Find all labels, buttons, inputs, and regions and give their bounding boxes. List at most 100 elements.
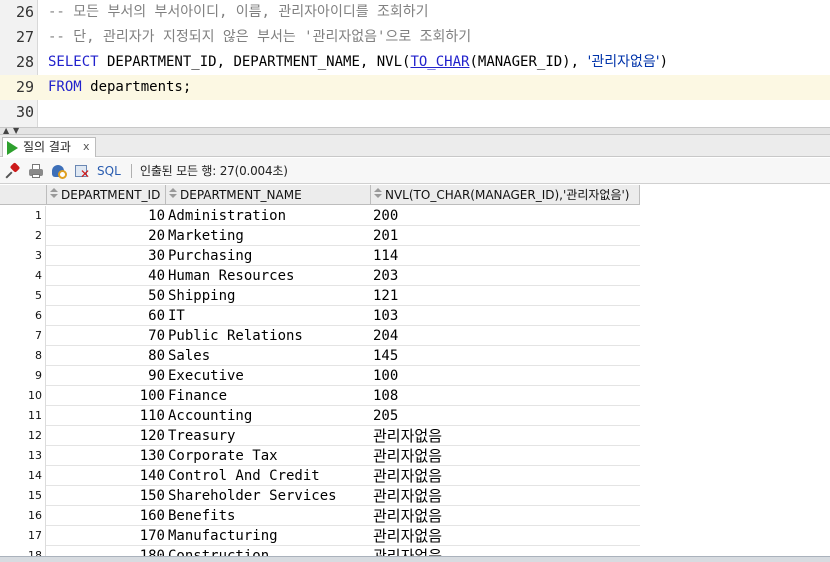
code-line[interactable]: 28 SELECT DEPARTMENT_ID, DEPARTMENT_NAME… <box>0 50 830 75</box>
cell-manager[interactable]: 관리자없음 <box>373 466 639 486</box>
cell-department-name[interactable]: IT <box>168 306 370 326</box>
row-number[interactable]: 4 <box>0 266 46 286</box>
printer-icon[interactable] <box>28 163 44 179</box>
cell-manager[interactable]: 관리자없음 <box>373 526 639 546</box>
cell-department-id[interactable]: 60 <box>47 306 165 326</box>
cell-department-name[interactable]: Human Resources <box>168 266 370 286</box>
row-number[interactable]: 5 <box>0 286 46 306</box>
collapse-down-icon[interactable]: ▼ <box>13 127 19 135</box>
row-number[interactable]: 17 <box>0 526 46 546</box>
cell-manager[interactable]: 201 <box>373 226 639 246</box>
refresh-query-icon[interactable] <box>51 163 67 179</box>
cell-department-name[interactable]: Corporate Tax <box>168 446 370 466</box>
table-row[interactable]: 4 40 Human Resources 203 <box>0 266 640 286</box>
cell-department-name[interactable]: Treasury <box>168 426 370 446</box>
cell-manager[interactable]: 121 <box>373 286 639 306</box>
row-number[interactable]: 6 <box>0 306 46 326</box>
cell-department-id[interactable]: 20 <box>47 226 165 246</box>
cell-department-name[interactable]: Public Relations <box>168 326 370 346</box>
cell-department-name[interactable]: Control And Credit <box>168 466 370 486</box>
cell-department-name[interactable]: Finance <box>168 386 370 406</box>
table-row[interactable]: 2 20 Marketing 201 <box>0 226 640 246</box>
cell-department-id[interactable]: 50 <box>47 286 165 306</box>
table-row[interactable]: 16 160 Benefits 관리자없음 <box>0 506 640 526</box>
code-comment[interactable]: -- 단, 관리자가 지정되지 않은 부서는 '관리자없음'으로 조회하기 <box>48 25 471 50</box>
cancel-query-icon[interactable]: ✕ <box>74 163 90 180</box>
cell-department-id[interactable]: 140 <box>47 466 165 486</box>
table-row[interactable]: 12 120 Treasury 관리자없음 <box>0 426 640 446</box>
cell-manager[interactable]: 103 <box>373 306 639 326</box>
cell-department-name[interactable]: Purchasing <box>168 246 370 266</box>
cell-manager[interactable]: 205 <box>373 406 639 426</box>
table-row[interactable]: 11 110 Accounting 205 <box>0 406 640 426</box>
row-number[interactable]: 15 <box>0 486 46 506</box>
row-number[interactable]: 16 <box>0 506 46 526</box>
cell-department-id[interactable]: 130 <box>47 446 165 466</box>
cell-department-id[interactable]: 40 <box>47 266 165 286</box>
column-header-department-id[interactable]: DEPARTMENT_ID <box>47 185 166 205</box>
cell-department-id[interactable]: 30 <box>47 246 165 266</box>
table-row[interactable]: 14 140 Control And Credit 관리자없음 <box>0 466 640 486</box>
table-row[interactable]: 9 90 Executive 100 <box>0 366 640 386</box>
code-comment[interactable]: -- 모든 부서의 부서아이디, 이름, 관리자아이디를 조회하기 <box>48 0 429 25</box>
cell-department-id[interactable]: 100 <box>47 386 165 406</box>
cell-manager[interactable]: 114 <box>373 246 639 266</box>
cell-manager[interactable]: 관리자없음 <box>373 446 639 466</box>
table-row[interactable]: 8 80 Sales 145 <box>0 346 640 366</box>
table-row[interactable]: 7 70 Public Relations 204 <box>0 326 640 346</box>
code-line[interactable]: 27 -- 단, 관리자가 지정되지 않은 부서는 '관리자없음'으로 조회하기 <box>0 25 830 50</box>
cell-manager[interactable]: 100 <box>373 366 639 386</box>
cell-department-id[interactable]: 110 <box>47 406 165 426</box>
code-line[interactable]: 30 <box>0 100 830 125</box>
row-number[interactable]: 1 <box>0 206 46 226</box>
cell-department-id[interactable]: 90 <box>47 366 165 386</box>
cell-department-id[interactable]: 120 <box>47 426 165 446</box>
row-number[interactable]: 3 <box>0 246 46 266</box>
table-row[interactable]: 6 60 IT 103 <box>0 306 640 326</box>
collapse-up-icon[interactable]: ▲ <box>3 127 9 135</box>
cell-department-name[interactable]: Shipping <box>168 286 370 306</box>
sql-editor[interactable]: 26 -- 모든 부서의 부서아이디, 이름, 관리자아이디를 조회하기 27 … <box>0 0 830 127</box>
cell-department-id[interactable]: 70 <box>47 326 165 346</box>
cell-department-name[interactable]: Administration <box>168 206 370 226</box>
cell-department-id[interactable]: 10 <box>47 206 165 226</box>
cell-department-name[interactable]: Marketing <box>168 226 370 246</box>
table-row[interactable]: 3 30 Purchasing 114 <box>0 246 640 266</box>
row-number[interactable]: 14 <box>0 466 46 486</box>
close-icon[interactable]: x <box>83 139 90 155</box>
code-from-clause[interactable]: FROM departments; <box>48 75 191 100</box>
cell-department-id[interactable]: 170 <box>47 526 165 546</box>
code-select-statement[interactable]: SELECT DEPARTMENT_ID, DEPARTMENT_NAME, N… <box>48 50 668 75</box>
table-row[interactable]: 10 100 Finance 108 <box>0 386 640 406</box>
sort-icon[interactable] <box>50 186 58 199</box>
cell-manager[interactable]: 관리자없음 <box>373 486 639 506</box>
cell-manager[interactable]: 200 <box>373 206 639 226</box>
column-header-manager[interactable]: NVL(TO_CHAR(MANAGER_ID),'관리자없음') <box>371 185 640 205</box>
cell-manager[interactable]: 145 <box>373 346 639 366</box>
table-row[interactable]: 13 130 Corporate Tax 관리자없음 <box>0 446 640 466</box>
cell-department-id[interactable]: 150 <box>47 486 165 506</box>
cell-manager[interactable]: 관리자없음 <box>373 426 639 446</box>
table-row[interactable]: 1 10 Administration 200 <box>0 206 640 226</box>
row-number[interactable]: 9 <box>0 366 46 386</box>
cell-manager[interactable]: 관리자없음 <box>373 506 639 526</box>
code-line-current[interactable]: 29 FROM departments; <box>0 75 830 100</box>
row-number[interactable]: 11 <box>0 406 46 426</box>
cell-department-name[interactable]: Benefits <box>168 506 370 526</box>
code-line[interactable]: 26 -- 모든 부서의 부서아이디, 이름, 관리자아이디를 조회하기 <box>0 0 830 25</box>
column-header-department-name[interactable]: DEPARTMENT_NAME <box>166 185 371 205</box>
table-row[interactable]: 15 150 Shareholder Services 관리자없음 <box>0 486 640 506</box>
table-row[interactable]: 5 50 Shipping 121 <box>0 286 640 306</box>
cell-department-name[interactable]: Executive <box>168 366 370 386</box>
table-row[interactable]: 17 170 Manufacturing 관리자없음 <box>0 526 640 546</box>
cell-department-name[interactable]: Sales <box>168 346 370 366</box>
pane-splitter[interactable]: ▲ ▼ <box>0 127 830 135</box>
sort-icon[interactable] <box>374 186 382 199</box>
cell-manager[interactable]: 204 <box>373 326 639 346</box>
row-number[interactable]: 2 <box>0 226 46 246</box>
sort-icon[interactable] <box>169 186 177 199</box>
row-number[interactable]: 7 <box>0 326 46 346</box>
row-number[interactable]: 8 <box>0 346 46 366</box>
result-grid[interactable]: DEPARTMENT_ID DEPARTMENT_NAME NVL(TO_CHA… <box>0 185 830 562</box>
cell-department-id[interactable]: 160 <box>47 506 165 526</box>
